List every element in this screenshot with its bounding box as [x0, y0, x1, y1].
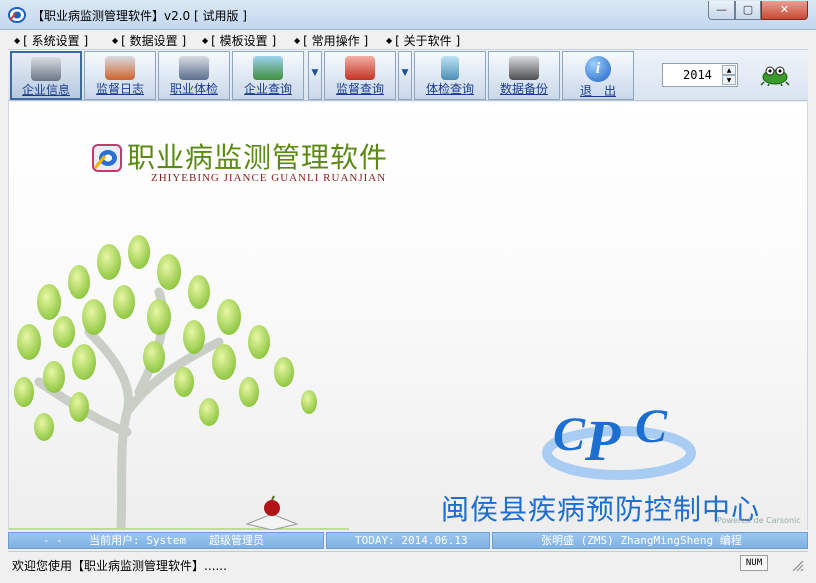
- spinner-up-icon[interactable]: ▲: [722, 65, 736, 75]
- watermark-text: Powered de Carsonic: [717, 516, 801, 525]
- backup-icon: [509, 56, 539, 80]
- exam-query-icon: [441, 56, 459, 80]
- app-logo-icon: [8, 7, 26, 23]
- button-label: 企业查询: [243, 82, 292, 96]
- menu-data-settings[interactable]: ◆[ 数据设置 ]: [112, 32, 186, 49]
- app-brand-logo-icon: [92, 144, 122, 172]
- maximize-button[interactable]: ▢: [735, 1, 761, 20]
- supervision-query-dropdown[interactable]: ▼: [398, 51, 412, 100]
- toolbar-health-exam-button[interactable]: 职业体检: [158, 51, 230, 100]
- current-user-panel: - - 当前用户: System 超级管理员: [8, 532, 324, 549]
- svg-text:C: C: [553, 408, 586, 461]
- menu-label: [ 数据设置 ]: [121, 34, 187, 48]
- button-label: 退 出: [579, 84, 616, 98]
- minimize-button[interactable]: —: [708, 1, 735, 20]
- resize-grip-icon[interactable]: [790, 558, 804, 572]
- close-button[interactable]: ✕: [761, 1, 808, 20]
- menu-template-settings[interactable]: ◆[ 模板设置 ]: [202, 32, 276, 49]
- menu-common-operations[interactable]: ◆[ 常用操作 ]: [294, 32, 368, 49]
- company-query-dropdown[interactable]: ▼: [308, 51, 322, 100]
- year-spinner[interactable]: 2014 ▲ ▼: [662, 63, 738, 87]
- book-illustration-icon: [245, 495, 299, 530]
- company-query-icon: [253, 56, 283, 80]
- author-credit: 张明盛 (ZMS) ZhangMingSheng 编程: [541, 534, 742, 547]
- menu-system-settings[interactable]: ◆[ 系统设置 ]: [14, 32, 88, 49]
- svg-text:P: P: [584, 408, 621, 473]
- today-date: TODAY: 2014.06.13: [355, 534, 468, 547]
- numlock-indicator: NUM: [740, 555, 768, 571]
- info-exit-icon: i: [585, 56, 611, 82]
- today-panel: TODAY: 2014.06.13: [326, 532, 490, 549]
- toolbar-supervision-query-button[interactable]: 监督查询: [324, 51, 396, 100]
- toolbar-backup-button[interactable]: 数据备份: [488, 51, 560, 100]
- author-panel: 张明盛 (ZMS) ZhangMingSheng 编程: [492, 532, 808, 549]
- button-label: 监督日志: [95, 82, 144, 96]
- button-label: 职业体检: [169, 82, 218, 96]
- title-bar: 【职业病监测管理软件】v2.0 [ 试用版 ] — ▢ ✕: [0, 0, 816, 30]
- button-label: 企业信息: [21, 83, 70, 97]
- menu-bar: ◆[ 系统设置 ] ◆[ 数据设置 ] ◆[ 模板设置 ] ◆[ 常用操作 ] …: [8, 30, 808, 48]
- year-value: 2014: [683, 68, 712, 82]
- current-user-label: 当前用户: System: [89, 534, 186, 547]
- user-role: 超级管理员: [209, 534, 264, 547]
- bullet-icon: ◆: [294, 36, 301, 45]
- info-dashes: - -: [43, 534, 63, 547]
- bullet-icon: ◆: [14, 36, 21, 45]
- company-info-icon: [31, 57, 61, 81]
- button-label: 监督查询: [335, 82, 384, 96]
- supervision-query-icon: [345, 56, 375, 80]
- toolbar: 企业信息 监督日志 职业体检 企业查询 ▼ 监督查询 ▼ 体检查询 数据备份 i…: [8, 49, 808, 101]
- app-brand-pinyin: ZHIYEBING JIANCE GUANLI RUANJIAN: [151, 172, 387, 184]
- bullet-icon: ◆: [112, 36, 119, 45]
- toolbar-company-query-button[interactable]: 企业查询: [232, 51, 304, 100]
- toolbar-supervision-log-button[interactable]: 监督日志: [84, 51, 156, 100]
- spinner-down-icon[interactable]: ▼: [722, 75, 736, 85]
- supervision-log-icon: [105, 56, 135, 80]
- mascot-bug-icon[interactable]: [760, 64, 790, 86]
- toolbar-exam-query-button[interactable]: 体检查询: [414, 51, 486, 100]
- menu-label: [ 模板设置 ]: [211, 34, 277, 48]
- status-bar: 欢迎您使用【职业病监测管理软件】...... NUM: [8, 551, 808, 575]
- button-label: 体检查询: [425, 82, 474, 96]
- menu-label: [ 关于软件 ]: [395, 34, 461, 48]
- toolbar-company-info-button[interactable]: 企业信息: [10, 51, 82, 100]
- bullet-icon: ◆: [386, 36, 393, 45]
- menu-about-software[interactable]: ◆[ 关于软件 ]: [386, 32, 460, 49]
- status-message: 欢迎您使用【职业病监测管理软件】......: [12, 559, 227, 573]
- app-brand-title: 职业病监测管理软件: [127, 141, 389, 174]
- menu-label: [ 系统设置 ]: [23, 34, 89, 48]
- button-label: 数据备份: [499, 82, 548, 96]
- window-title: 【职业病监测管理软件】v2.0 [ 试用版 ]: [32, 9, 247, 23]
- toolbar-exit-button[interactable]: i 退 出: [562, 51, 634, 100]
- organization-name: 闽侯县疾病预防控制中心: [441, 493, 761, 526]
- main-splash-area: 职业病监测管理软件 ZHIYEBING JIANCE GUANLI RUANJI…: [8, 102, 808, 530]
- tree-illustration-icon: [9, 235, 349, 530]
- cdc-pc-logo-icon: P C C: [542, 400, 696, 480]
- menu-label: [ 常用操作 ]: [303, 34, 369, 48]
- info-bar: - - 当前用户: System 超级管理员 TODAY: 2014.06.13…: [8, 530, 808, 550]
- bullet-icon: ◆: [202, 36, 209, 45]
- svg-text:C: C: [635, 400, 668, 453]
- health-exam-icon: [179, 56, 209, 80]
